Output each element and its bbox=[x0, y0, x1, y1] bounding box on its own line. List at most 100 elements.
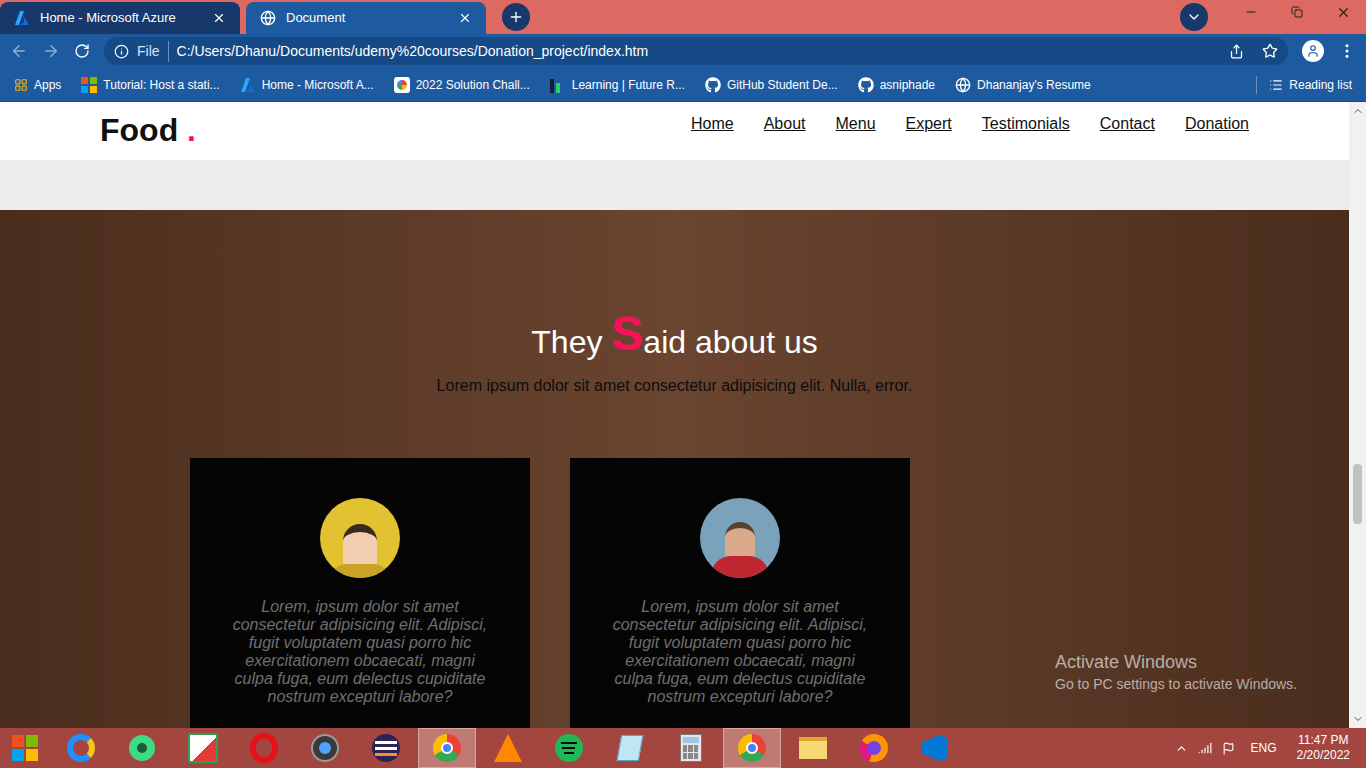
language-indicator[interactable]: ENG bbox=[1245, 739, 1283, 757]
taskbar-app[interactable] bbox=[540, 728, 598, 768]
close-icon[interactable] bbox=[458, 11, 472, 25]
testimonial-list: Lorem, ipsum dolor sit amet consectetur … bbox=[0, 458, 910, 728]
tab-search-button[interactable] bbox=[1180, 3, 1208, 31]
bookmark[interactable]: asniphade bbox=[858, 76, 935, 94]
taskbar-app[interactable] bbox=[662, 728, 720, 768]
scroll-down-icon[interactable] bbox=[1352, 713, 1364, 725]
site-nav: Home About Menu Expert Testimonials Contact Do… bbox=[691, 102, 1249, 136]
scrollbar[interactable] bbox=[1349, 102, 1366, 728]
nav-link[interactable]: Contact bbox=[1100, 112, 1155, 136]
clock[interactable]: 11:47 PM2/20/2022 bbox=[1293, 733, 1354, 763]
windows-start-icon bbox=[12, 735, 38, 761]
system-tray: ENG 11:47 PM2/20/2022 bbox=[1175, 733, 1366, 763]
internet-explorer-icon bbox=[65, 732, 97, 764]
nav-link[interactable]: Expert bbox=[906, 112, 952, 136]
taskbar-app[interactable] bbox=[723, 728, 781, 768]
scroll-up-icon[interactable] bbox=[1352, 105, 1364, 117]
restore-icon bbox=[1291, 6, 1303, 18]
action-center-flag-icon[interactable] bbox=[1222, 742, 1235, 755]
scroll-thumb[interactable] bbox=[1353, 464, 1362, 524]
nav-link[interactable]: Menu bbox=[836, 112, 876, 136]
bookmark[interactable]: 2022 Solution Chall... bbox=[394, 76, 530, 94]
tab-title: Document bbox=[286, 8, 448, 28]
taskbar-app[interactable] bbox=[845, 728, 903, 768]
taskbar-app[interactable] bbox=[296, 728, 354, 768]
page-viewport: Food . Home About Menu Expert Testimonials Con… bbox=[0, 102, 1366, 728]
reload-icon[interactable] bbox=[74, 43, 90, 59]
chrome-icon bbox=[736, 732, 768, 764]
url-scheme: File bbox=[137, 41, 169, 62]
taskbar-app[interactable] bbox=[784, 728, 842, 768]
bookmark[interactable]: Learning | Future R... bbox=[550, 76, 685, 94]
browser-tab[interactable]: Document bbox=[246, 2, 486, 34]
nav-link[interactable]: Home bbox=[691, 112, 734, 136]
reading-list-icon bbox=[1269, 78, 1283, 92]
site-logo[interactable]: Food . bbox=[100, 102, 196, 146]
calculator-icon bbox=[675, 732, 707, 764]
bookmark[interactable]: Dhananjay's Resume bbox=[955, 76, 1091, 94]
bookmarks-bar: Apps Tutorial: Host a stati... Home - Micr… bbox=[0, 68, 1366, 102]
close-window-button[interactable] bbox=[1320, 5, 1366, 20]
notes-icon bbox=[614, 732, 646, 764]
bookmark[interactable]: GitHub Student De... bbox=[705, 76, 838, 94]
tab-title: Home - Microsoft Azure bbox=[40, 8, 202, 28]
profile-button[interactable] bbox=[1302, 40, 1324, 62]
profile-icon bbox=[1306, 44, 1320, 58]
reading-list[interactable]: Reading list bbox=[1256, 76, 1352, 94]
taskbar-app[interactable] bbox=[479, 728, 537, 768]
bookmark[interactable]: Home - Microsoft A... bbox=[240, 76, 374, 94]
testimonial-card: Lorem, ipsum dolor sit amet consectetur … bbox=[570, 458, 910, 728]
start-button[interactable] bbox=[0, 728, 50, 768]
github-icon bbox=[858, 77, 874, 93]
star-icon[interactable] bbox=[1262, 43, 1278, 59]
plus-icon bbox=[508, 9, 524, 25]
taskbar-app[interactable] bbox=[52, 728, 110, 768]
file-explorer-icon bbox=[797, 732, 829, 764]
minimize-button[interactable] bbox=[1228, 5, 1274, 19]
nav-link[interactable]: Testimonials bbox=[982, 112, 1070, 136]
close-icon[interactable] bbox=[212, 11, 226, 25]
taskbar-app[interactable] bbox=[235, 728, 293, 768]
testimonial-card: Lorem, ipsum dolor sit amet consectetur … bbox=[190, 458, 530, 728]
avatar-image bbox=[320, 498, 400, 578]
firefox-icon bbox=[858, 732, 890, 764]
nav-link[interactable]: About bbox=[764, 112, 806, 136]
taskbar-app[interactable] bbox=[113, 728, 171, 768]
nav-link[interactable]: Donation bbox=[1185, 112, 1249, 136]
spotify-icon bbox=[553, 732, 585, 764]
taskbar-app[interactable] bbox=[174, 728, 232, 768]
taskbar-app[interactable] bbox=[601, 728, 659, 768]
web-page: Food . Home About Menu Expert Testimonials Con… bbox=[0, 102, 1349, 728]
browser-tab[interactable]: Home - Microsoft Azure bbox=[0, 2, 240, 34]
toolbar: File C:/Users/Dhanu/Documents/udemy%20cou… bbox=[0, 34, 1366, 68]
tray-overflow-icon[interactable] bbox=[1175, 742, 1188, 755]
azure-icon bbox=[14, 10, 30, 26]
maps-icon bbox=[126, 732, 158, 764]
taskbar-app[interactable] bbox=[906, 728, 964, 768]
azure-icon bbox=[240, 77, 256, 93]
menu-icon[interactable] bbox=[1338, 42, 1356, 60]
google-icon bbox=[394, 77, 410, 93]
minimize-icon bbox=[1244, 5, 1258, 19]
opera-icon bbox=[248, 732, 280, 764]
taskbar-app[interactable] bbox=[418, 728, 476, 768]
globe-icon bbox=[955, 77, 971, 93]
avatar-image bbox=[700, 498, 780, 578]
forward-icon[interactable] bbox=[42, 42, 60, 60]
address-bar[interactable]: File C:/Users/Dhanu/Documents/udemy%20cou… bbox=[104, 37, 1288, 65]
new-tab-button[interactable] bbox=[502, 3, 530, 31]
share-icon[interactable] bbox=[1229, 44, 1244, 59]
taskbar-app[interactable] bbox=[357, 728, 415, 768]
camera-icon bbox=[309, 732, 341, 764]
restore-button[interactable] bbox=[1274, 6, 1320, 18]
chrome-icon bbox=[431, 732, 463, 764]
windows-icon bbox=[81, 77, 97, 93]
back-icon[interactable] bbox=[10, 42, 28, 60]
url-text: C:/Users/Dhanu/Documents/udemy%20courses… bbox=[177, 41, 1221, 62]
info-icon bbox=[114, 44, 129, 59]
bookmark[interactable]: Tutorial: Host a stati... bbox=[81, 76, 219, 94]
section-subtitle: Lorem ipsum dolor sit amet consectetur a… bbox=[437, 374, 913, 398]
network-icon[interactable] bbox=[1198, 741, 1212, 755]
apps-bookmark[interactable]: Apps bbox=[14, 76, 61, 94]
testimonial-text: Lorem, ipsum dolor sit amet consectetur … bbox=[610, 598, 870, 706]
